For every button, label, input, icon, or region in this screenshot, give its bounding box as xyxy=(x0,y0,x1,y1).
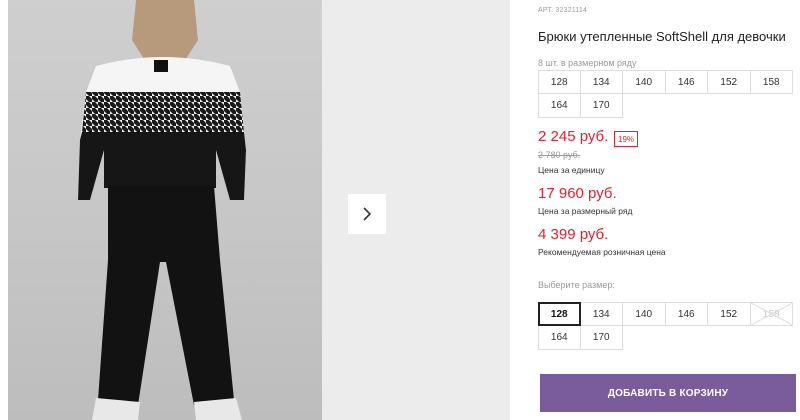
old-price: 2 780 руб. xyxy=(538,150,581,160)
product-photo xyxy=(8,0,322,420)
gallery-next-button[interactable] xyxy=(348,194,386,234)
pack-size-cell: 170 xyxy=(580,94,623,118)
pack-size-cell: 146 xyxy=(665,70,708,94)
set-price-label: Цена за размерный ряд xyxy=(538,206,633,216)
size-selector: 128 134 140 146 152 158 164 170 xyxy=(538,302,793,350)
discount-badge: 19% xyxy=(614,131,639,147)
size-option-146[interactable]: 146 xyxy=(665,302,708,326)
product-gallery xyxy=(0,0,510,420)
set-price: 17 960 руб. xyxy=(538,185,617,202)
pack-sizes-grid: 128 134 140 146 152 158 164 170 xyxy=(538,70,793,118)
retail-price-label: Рекомендуемая розничная цена xyxy=(538,247,666,257)
choose-size-label: Выберите размер: xyxy=(538,280,615,290)
size-option-128[interactable]: 128 xyxy=(538,302,581,326)
size-option-164[interactable]: 164 xyxy=(538,326,581,350)
product-title: Брюки утепленные SoftShell для девочки xyxy=(538,29,786,44)
pack-size-cell: 164 xyxy=(538,94,581,118)
pack-size-cell: 152 xyxy=(708,70,751,94)
product-photo-illustration xyxy=(78,0,246,420)
pack-size-cell: 158 xyxy=(750,70,793,94)
size-option-158: 158 xyxy=(750,302,793,326)
add-to-cart-button[interactable]: ДОБАВИТЬ В КОРЗИНУ xyxy=(540,374,796,412)
pack-size-cell: 134 xyxy=(580,70,623,94)
chevron-right-icon xyxy=(363,207,372,221)
product-sku: АРТ. 32321114 xyxy=(538,7,588,14)
size-option-152[interactable]: 152 xyxy=(708,302,751,326)
unavailable-cross-icon xyxy=(750,303,792,325)
pack-sizes-label: 8 шт. в размерном ряду xyxy=(538,58,637,68)
size-option-170[interactable]: 170 xyxy=(580,326,623,350)
size-option-140[interactable]: 140 xyxy=(623,302,666,326)
size-option-134[interactable]: 134 xyxy=(580,302,623,326)
pack-size-cell: 140 xyxy=(623,70,666,94)
unit-price-label: Цена за единицу xyxy=(538,165,605,175)
product-info: АРТ. 32321114 Брюки утепленные SoftShell… xyxy=(538,0,800,420)
retail-price: 4 399 руб. xyxy=(538,226,609,243)
unit-price: 2 245 руб. xyxy=(538,128,609,145)
pack-size-cell: 128 xyxy=(538,70,581,94)
